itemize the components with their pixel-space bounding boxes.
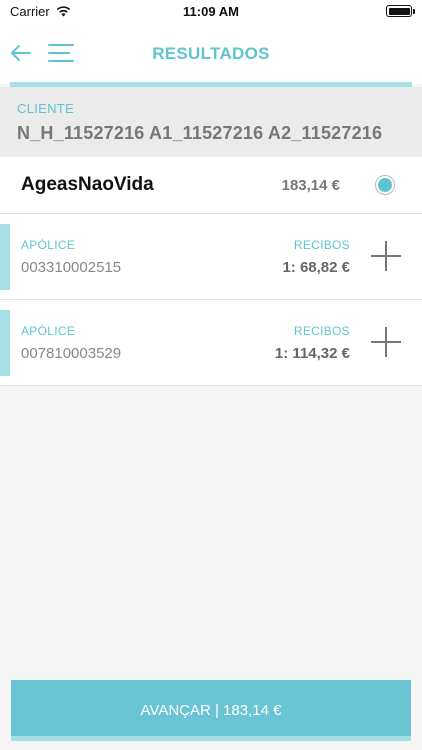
carrier-label: Carrier [10,3,50,19]
nav-bar: RESULTADOS [0,22,422,84]
policy-label: APÓLICE [21,324,76,338]
page-title: RESULTADOS [152,44,270,63]
status-bar: Carrier 11:09 AM [0,0,422,22]
plus-icon[interactable] [370,240,402,272]
insurer-amount: 183,14 € [281,177,340,194]
policy-number: 003310002515 [21,259,122,276]
policy-label: APÓLICE [21,238,76,252]
wifi-icon [56,5,70,16]
client-value: N_H_11527216 A1_11527216 A2_11527216 [17,123,383,143]
policy-number: 007810003529 [21,345,122,362]
policy-row: APÓLICE 007810003529 RECIBOS 1: 114,32 € [0,300,422,386]
receipts-value: 1: 114,32 € [274,345,350,362]
client-label: CLIENTE [17,101,75,116]
advance-button-accent [11,736,411,741]
client-section: CLIENTE N_H_11527216 A1_11527216 A2_1152… [0,87,422,157]
policy-row: APÓLICE 003310002515 RECIBOS 1: 68,82 € [0,214,422,300]
insurer-select-radio[interactable] [375,175,395,195]
receipts-label: RECIBOS [293,324,350,338]
advance-button[interactable]: AVANÇAR | 183,14 € [11,680,411,741]
receipts-value: 1: 68,82 € [282,259,350,276]
policy-accent-bar [0,224,10,290]
insurer-row[interactable]: AgeasNaoVida 183,14 € [0,157,422,214]
receipts-label: RECIBOS [293,238,350,252]
plus-icon[interactable] [370,326,402,358]
status-left: Carrier [10,4,71,19]
radio-selected-dot [378,178,392,192]
policy-accent-bar [0,310,10,376]
battery-icon [386,5,415,17]
advance-button-label: AVANÇAR | 183,14 € [140,702,282,719]
insurer-name: AgeasNaoVida [21,174,154,195]
